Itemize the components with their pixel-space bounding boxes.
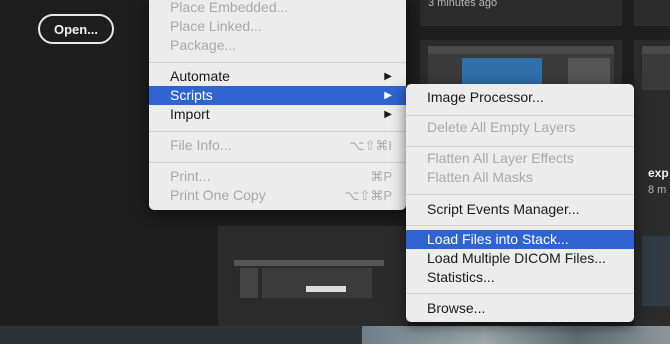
open-button[interactable]: Open... xyxy=(38,14,114,44)
menu-separator xyxy=(406,146,634,147)
submenu-arrow-icon: ▶ xyxy=(384,71,392,82)
menu-item-print[interactable]: Print... ⌘P xyxy=(149,167,406,186)
recent-card-2[interactable] xyxy=(634,0,670,26)
menu-separator xyxy=(406,194,634,195)
menu-separator xyxy=(149,162,406,163)
recent-card-1[interactable]: 3 minutes ago xyxy=(420,0,622,26)
menu-item-scripts[interactable]: Scripts ▶ xyxy=(149,86,406,105)
recent-card-name: exp xyxy=(648,166,669,180)
thumbnail-dialog xyxy=(306,286,346,292)
menu-item-label: Scripts xyxy=(170,87,213,103)
menu-item-image-processor[interactable]: Image Processor... xyxy=(406,88,634,107)
recent-card-time: 8 m xyxy=(648,184,667,196)
menu-item-import[interactable]: Import ▶ xyxy=(149,105,406,124)
menu-separator xyxy=(406,293,634,294)
menu-item-browse[interactable]: Browse... xyxy=(406,299,634,318)
recent-card-time: 3 minutes ago xyxy=(428,0,498,9)
submenu-arrow-icon: ▶ xyxy=(384,90,392,101)
menu-separator xyxy=(149,131,406,132)
submenu-arrow-icon: ▶ xyxy=(384,109,392,120)
menu-item-delete-all-empty-layers[interactable]: Delete All Empty Layers xyxy=(406,118,634,137)
menu-item-flatten-all-layer-effects[interactable]: Flatten All Layer Effects xyxy=(406,149,634,168)
menu-item-file-info[interactable]: File Info... ⌥⇧⌘I xyxy=(149,136,406,155)
thumbnail-canvas xyxy=(262,268,372,298)
menu-item-label: Import xyxy=(170,106,210,122)
recent-card-5[interactable] xyxy=(218,226,408,326)
menu-item-label: Print One Copy xyxy=(170,187,266,203)
scripts-submenu: Image Processor... Delete All Empty Laye… xyxy=(406,84,634,322)
menu-item-label: Automate xyxy=(170,68,230,84)
menu-item-shortcut: ⌥⇧⌘P xyxy=(344,188,392,203)
menu-item-shortcut: ⌘P xyxy=(370,169,392,184)
menu-item-print-one-copy[interactable]: Print One Copy ⌥⇧⌘P xyxy=(149,186,406,205)
menu-item-statistics[interactable]: Statistics... xyxy=(406,268,634,287)
menu-item-shortcut: ⌥⇧⌘I xyxy=(349,138,393,153)
menu-item-place-linked[interactable]: Place Linked... xyxy=(149,17,406,36)
recent-card-thumbnail xyxy=(642,46,670,90)
menu-item-automate[interactable]: Automate ▶ xyxy=(149,67,406,86)
menu-item-label: Print... xyxy=(170,168,211,184)
menu-item-place-embedded[interactable]: Place Embedded... xyxy=(149,0,406,17)
menu-item-label: File Info... xyxy=(170,137,232,153)
menu-separator xyxy=(406,115,634,116)
menu-item-script-events-manager[interactable]: Script Events Manager... xyxy=(406,200,634,219)
recent-card-4[interactable]: exp 8 m xyxy=(634,40,670,240)
menu-item-package[interactable]: Package... xyxy=(149,36,406,55)
photoshop-home-screen: 3 minutes ago exp 8 m Open... Place Embe… xyxy=(0,0,670,344)
menu-item-load-files-into-stack[interactable]: Load Files into Stack... xyxy=(406,230,634,249)
recent-card-thumbnail xyxy=(234,260,384,302)
recent-card-6[interactable] xyxy=(634,226,670,326)
recent-card-thumbnail xyxy=(642,236,670,306)
recent-photo-thumbnail[interactable] xyxy=(362,326,670,344)
menu-item-load-multiple-dicom-files[interactable]: Load Multiple DICOM Files... xyxy=(406,249,634,268)
menu-item-flatten-all-masks[interactable]: Flatten All Masks xyxy=(406,168,634,187)
file-menu: Place Embedded... Place Linked... Packag… xyxy=(149,0,406,210)
thumbnail-toolbar xyxy=(234,260,384,266)
thumbnail-tools xyxy=(240,268,258,298)
menu-separator xyxy=(149,62,406,63)
menu-separator xyxy=(406,225,634,226)
thumbnail-toolbar xyxy=(642,46,670,54)
thumbnail-toolbar xyxy=(428,46,614,54)
